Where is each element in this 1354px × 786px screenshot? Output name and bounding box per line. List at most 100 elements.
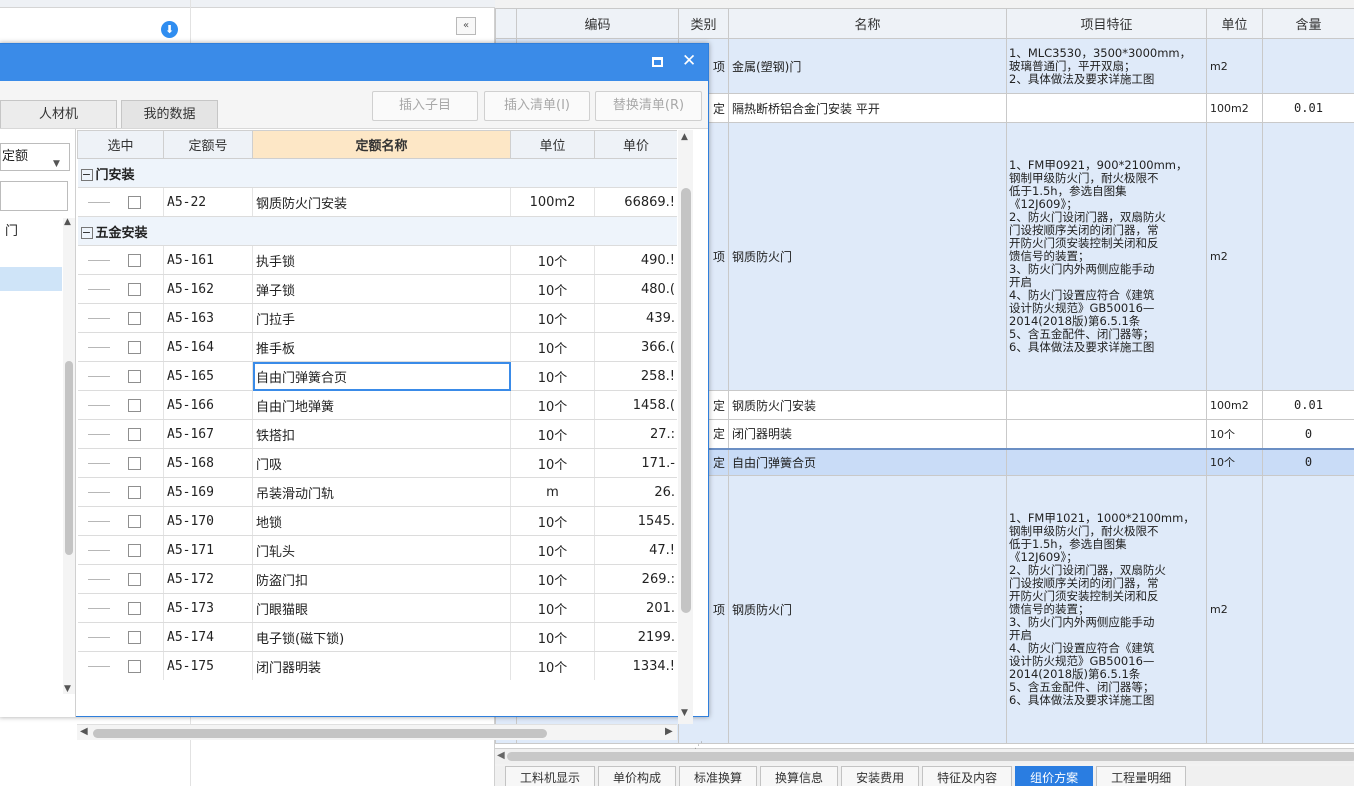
quota-price[interactable]: 1334.!	[594, 651, 677, 680]
download-icon[interactable]: ⬇	[161, 21, 178, 38]
group-cell[interactable]: − 门安装	[77, 158, 677, 188]
quota-code[interactable]: A5-171	[163, 535, 253, 565]
resize-grip-icon[interactable]: ⋰	[694, 741, 703, 751]
quota-code[interactable]: A5-173	[163, 593, 253, 623]
grid-header-unit[interactable]: 单位	[1206, 8, 1263, 39]
grid-cell-unit[interactable]: m2	[1206, 475, 1263, 744]
quota-row[interactable]: A5-170 地锁 10个 1545.	[77, 506, 677, 536]
quota-name[interactable]: 吊装滑动门轨	[252, 477, 511, 507]
col-header-unit[interactable]: 单位	[510, 130, 595, 159]
select-checkbox[interactable]	[127, 282, 141, 296]
group-cell[interactable]: − 五金安装	[77, 216, 677, 246]
tree-search-input[interactable]	[0, 181, 68, 211]
tree-vertical-scrollbar[interactable]: ▲ ▼	[63, 217, 75, 694]
grid-cell-unit[interactable]: 100m2	[1206, 390, 1263, 420]
grid-cell-feature[interactable]: 1、FM甲1021，1000*2100mm， 钢制甲级防火门，耐火极限不 低于1…	[1006, 475, 1207, 744]
quota-row[interactable]: A5-168 门吸 10个 171.-	[77, 448, 677, 478]
select-checkbox[interactable]	[127, 456, 141, 470]
tree-scroll-thumb[interactable]	[65, 361, 73, 555]
quota-price[interactable]: 269.:	[594, 564, 677, 594]
col-header-code[interactable]: 定额号	[163, 130, 253, 159]
quota-name[interactable]: 门眼猫眼	[252, 593, 511, 623]
quota-price[interactable]: 26.	[594, 477, 677, 507]
grid-cell-qty[interactable]	[1262, 122, 1354, 391]
quota-unit[interactable]: 10个	[510, 332, 595, 362]
quota-price[interactable]: 66869.!	[594, 187, 677, 217]
tab-labor-material-machine[interactable]: 人材机	[0, 100, 117, 128]
scroll-down-icon[interactable]: ▼	[681, 708, 688, 718]
scroll-left-icon[interactable]: ◀	[80, 726, 88, 737]
scroll-down-icon[interactable]: ▼	[64, 684, 71, 694]
quota-unit[interactable]: 10个	[510, 245, 595, 275]
quota-code[interactable]: A5-164	[163, 332, 253, 362]
grid-header-category[interactable]: 类别	[678, 8, 729, 39]
select-checkbox[interactable]	[127, 543, 141, 557]
quota-unit[interactable]: 10个	[510, 361, 595, 391]
quota-name[interactable]: 推手板	[252, 332, 511, 362]
quota-row[interactable]: A5-169 吊装滑动门轨 m 26.	[77, 477, 677, 507]
quota-name[interactable]: 自由门弹簧合页	[252, 361, 511, 391]
quota-code[interactable]: A5-166	[163, 390, 253, 420]
quota-price[interactable]: 47.!	[594, 535, 677, 565]
quota-hscroll-thumb[interactable]	[93, 729, 547, 738]
col-header-price[interactable]: 单价	[594, 130, 677, 159]
grid-cell-unit[interactable]: m2	[1206, 38, 1263, 94]
quota-unit[interactable]: 10个	[510, 448, 595, 478]
grid-cell-unit[interactable]: 100m2	[1206, 93, 1263, 123]
grid-cell-name[interactable]: 闭门器明装	[728, 419, 1007, 449]
bottom-tab[interactable]: 安装费用	[841, 766, 920, 786]
quota-price[interactable]: 258.!	[594, 361, 677, 391]
grid-header-name[interactable]: 名称	[728, 8, 1007, 39]
insert-list-button[interactable]: 插入清单(I)	[484, 91, 590, 121]
quota-unit[interactable]: 10个	[510, 651, 595, 680]
grid-cell-feature[interactable]	[1006, 93, 1207, 123]
select-checkbox[interactable]	[127, 514, 141, 528]
col-header-select[interactable]: 选中	[77, 130, 164, 159]
bottom-tab[interactable]: 工程量明细	[1096, 766, 1187, 786]
quota-unit[interactable]: 10个	[510, 303, 595, 333]
quota-price[interactable]: 171.-	[594, 448, 677, 478]
quota-row[interactable]: A5-167 铁搭扣 10个 27.:	[77, 419, 677, 449]
grid-cell-feature[interactable]	[1006, 447, 1207, 476]
grid-cell-qty[interactable]	[1262, 38, 1354, 94]
replace-list-button[interactable]: 替换清单(R)	[595, 91, 702, 121]
dialog-title-bar[interactable]	[0, 44, 708, 81]
tree-selected-item[interactable]	[0, 267, 62, 291]
quota-row[interactable]: A5-165 自由门弹簧合页 10个 258.!	[77, 361, 677, 391]
scroll-up-icon[interactable]: ▲	[681, 132, 688, 142]
grid-cell-name[interactable]: 钢质防火门安装	[728, 390, 1007, 420]
quota-code[interactable]: A5-168	[163, 448, 253, 478]
chevron-down-icon[interactable]: ▼	[53, 151, 60, 177]
select-checkbox[interactable]	[127, 398, 141, 412]
quota-row[interactable]: A5-174 电子锁(磁下锁) 10个 2199.	[77, 622, 677, 652]
tab-my-data[interactable]: 我的数据	[121, 100, 218, 128]
grid-cell-unit[interactable]: 10个	[1206, 447, 1263, 476]
grid-header-feature[interactable]: 项目特征	[1006, 8, 1207, 39]
quota-price[interactable]: 1545.	[594, 506, 677, 536]
grid-cell-name[interactable]: 自由门弹簧合页	[728, 447, 1007, 476]
grid-cell-qty[interactable]: 0	[1262, 447, 1354, 476]
collapse-toggle-icon[interactable]: −	[80, 227, 93, 239]
quota-price[interactable]: 480.(	[594, 274, 677, 304]
grid-cell-unit[interactable]: 10个	[1206, 419, 1263, 449]
quota-name[interactable]: 闭门器明装	[252, 651, 511, 680]
quota-row[interactable]: A5-166 自由门地弹簧 10个 1458.(	[77, 390, 677, 420]
quota-code[interactable]: A5-161	[163, 245, 253, 275]
quota-unit[interactable]: 10个	[510, 390, 595, 420]
col-header-name[interactable]: 定额名称	[252, 130, 511, 159]
quota-unit[interactable]: m	[510, 477, 595, 507]
group-row[interactable]: − 门安装	[77, 158, 677, 188]
grid-header-qty[interactable]: 含量	[1262, 8, 1354, 39]
quota-price[interactable]: 1458.(	[594, 390, 677, 420]
quota-name[interactable]: 执手锁	[252, 245, 511, 275]
maximize-icon[interactable]	[652, 57, 663, 67]
quota-price[interactable]: 201.	[594, 593, 677, 623]
quota-unit[interactable]: 10个	[510, 274, 595, 304]
select-checkbox[interactable]	[127, 195, 141, 209]
quota-price[interactable]: 439.	[594, 303, 677, 333]
select-checkbox[interactable]	[127, 340, 141, 354]
quota-name[interactable]: 钢质防火门安装	[252, 187, 511, 217]
quota-row[interactable]: A5-175 闭门器明装 10个 1334.!	[77, 651, 677, 680]
quota-code[interactable]: A5-167	[163, 419, 253, 449]
quota-code[interactable]: A5-22	[163, 187, 253, 217]
